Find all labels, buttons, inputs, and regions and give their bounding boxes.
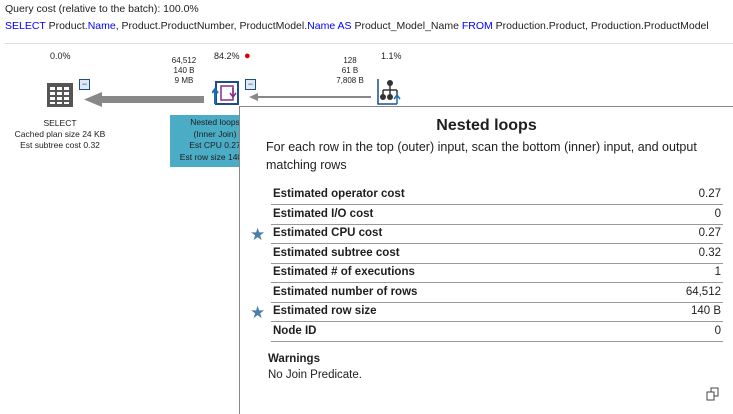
sql-token: Production.Product, Production.ProductMo… [492,20,709,32]
sql-token: SELECT [5,20,46,32]
arrow2-stats: 128 61 B 7,808 B [333,56,367,86]
star-icon: ★ [250,225,266,244]
property-value: 1 [714,266,721,278]
index-cost-pct: 1.1% [381,51,402,61]
property-name: Estimated CPU cost [273,227,383,239]
property-value: 0.27 [698,227,721,239]
tooltip-title: Nested loops [436,117,537,134]
select-subtree-cost: Est subtree cost 0.32 [20,140,100,150]
property-name: Estimated I/O cost [273,207,374,220]
tooltip-property-row: Estimated I/O cost 0 [271,205,723,225]
select-plan-size: Cached plan size 24 KB [14,129,106,139]
arrow2-rows: 128 [343,56,357,65]
arrow1-rows: 64,512 [171,56,197,65]
arrow2-row-size: 61 B [341,66,359,75]
arrow2-data-size: 7,808 B [336,76,364,85]
property-value: 64,512 [685,285,721,298]
data-flow-arrow-1[interactable] [84,92,204,108]
property-name: Estimated number of rows [273,285,418,298]
tooltip-property-row: Estimated # of executions 1 [271,263,723,283]
select-cost-pct: 0.0% [50,51,71,61]
property-name: Estimated operator cost [273,188,405,200]
arrow1-row-size: 140 B [173,66,195,75]
copy-icon[interactable] [706,387,720,401]
sql-token: Product_Model_Name [351,20,462,32]
tooltip-description: For each row in the top (outer) input, s… [266,140,697,172]
arrow1-stats: 64,512 140 B 9 MB [170,56,198,86]
sql-token: Name [307,20,336,32]
property-name: Estimated subtree cost [273,246,400,259]
tooltip-property-row: Estimated number of rows 64,512 [271,283,723,303]
sql-token: Product. [45,20,88,32]
sql-text: SELECT Product.Name, Product.ProductNumb… [5,20,709,32]
query-cost-label: Query cost (relative to the batch): 100.… [5,3,199,15]
property-name: Estimated row size [273,305,377,317]
property-value: 0.27 [698,188,721,200]
property-value: 0 [714,324,721,337]
property-name: Estimated # of executions [273,266,415,278]
property-name: Node ID [273,324,317,337]
tooltip-property-row: Estimated operator cost 0.27 [271,185,723,205]
tooltip-property-row: Node ID 0 [271,322,723,342]
sql-token: Name [87,20,116,32]
nested-cost-pct: 84.2% [214,51,240,61]
select-icon[interactable] [46,82,74,108]
data-flow-arrow-2[interactable] [249,92,371,102]
sql-token: FROM [461,20,493,32]
property-value: 0.32 [698,246,721,259]
property-value: 140 B [690,305,721,317]
tooltip-property-row: Estimated row size 140 B [271,302,723,322]
star-icon: ★ [250,303,266,322]
property-value: 0 [714,207,721,220]
collapse-nested-button[interactable]: − [245,79,256,90]
warnings-text: No Join Predicate. [268,369,362,381]
select-name: SELECT [43,118,77,128]
select-node-label[interactable]: SELECT Cached plan size 24 KB Est subtre… [10,118,110,151]
collapse-select-button[interactable]: − [79,79,90,90]
index-scan-icon[interactable] [377,77,405,105]
warnings-label: Warnings [268,353,320,365]
nested-loops-icon[interactable] [211,80,240,106]
sql-token: AS [337,20,352,32]
tooltip-property-row: Estimated CPU cost 0.27 [271,224,723,244]
tooltip-property-row: Estimated subtree cost 0.32 [271,244,723,264]
sql-token: , Product.ProductNumber, ProductModel. [115,20,308,32]
arrow1-data-size: 9 MB [174,76,194,85]
warning-icon: ● [244,50,251,62]
operator-tooltip: Nested loops For each row in the top (ou… [239,106,733,414]
